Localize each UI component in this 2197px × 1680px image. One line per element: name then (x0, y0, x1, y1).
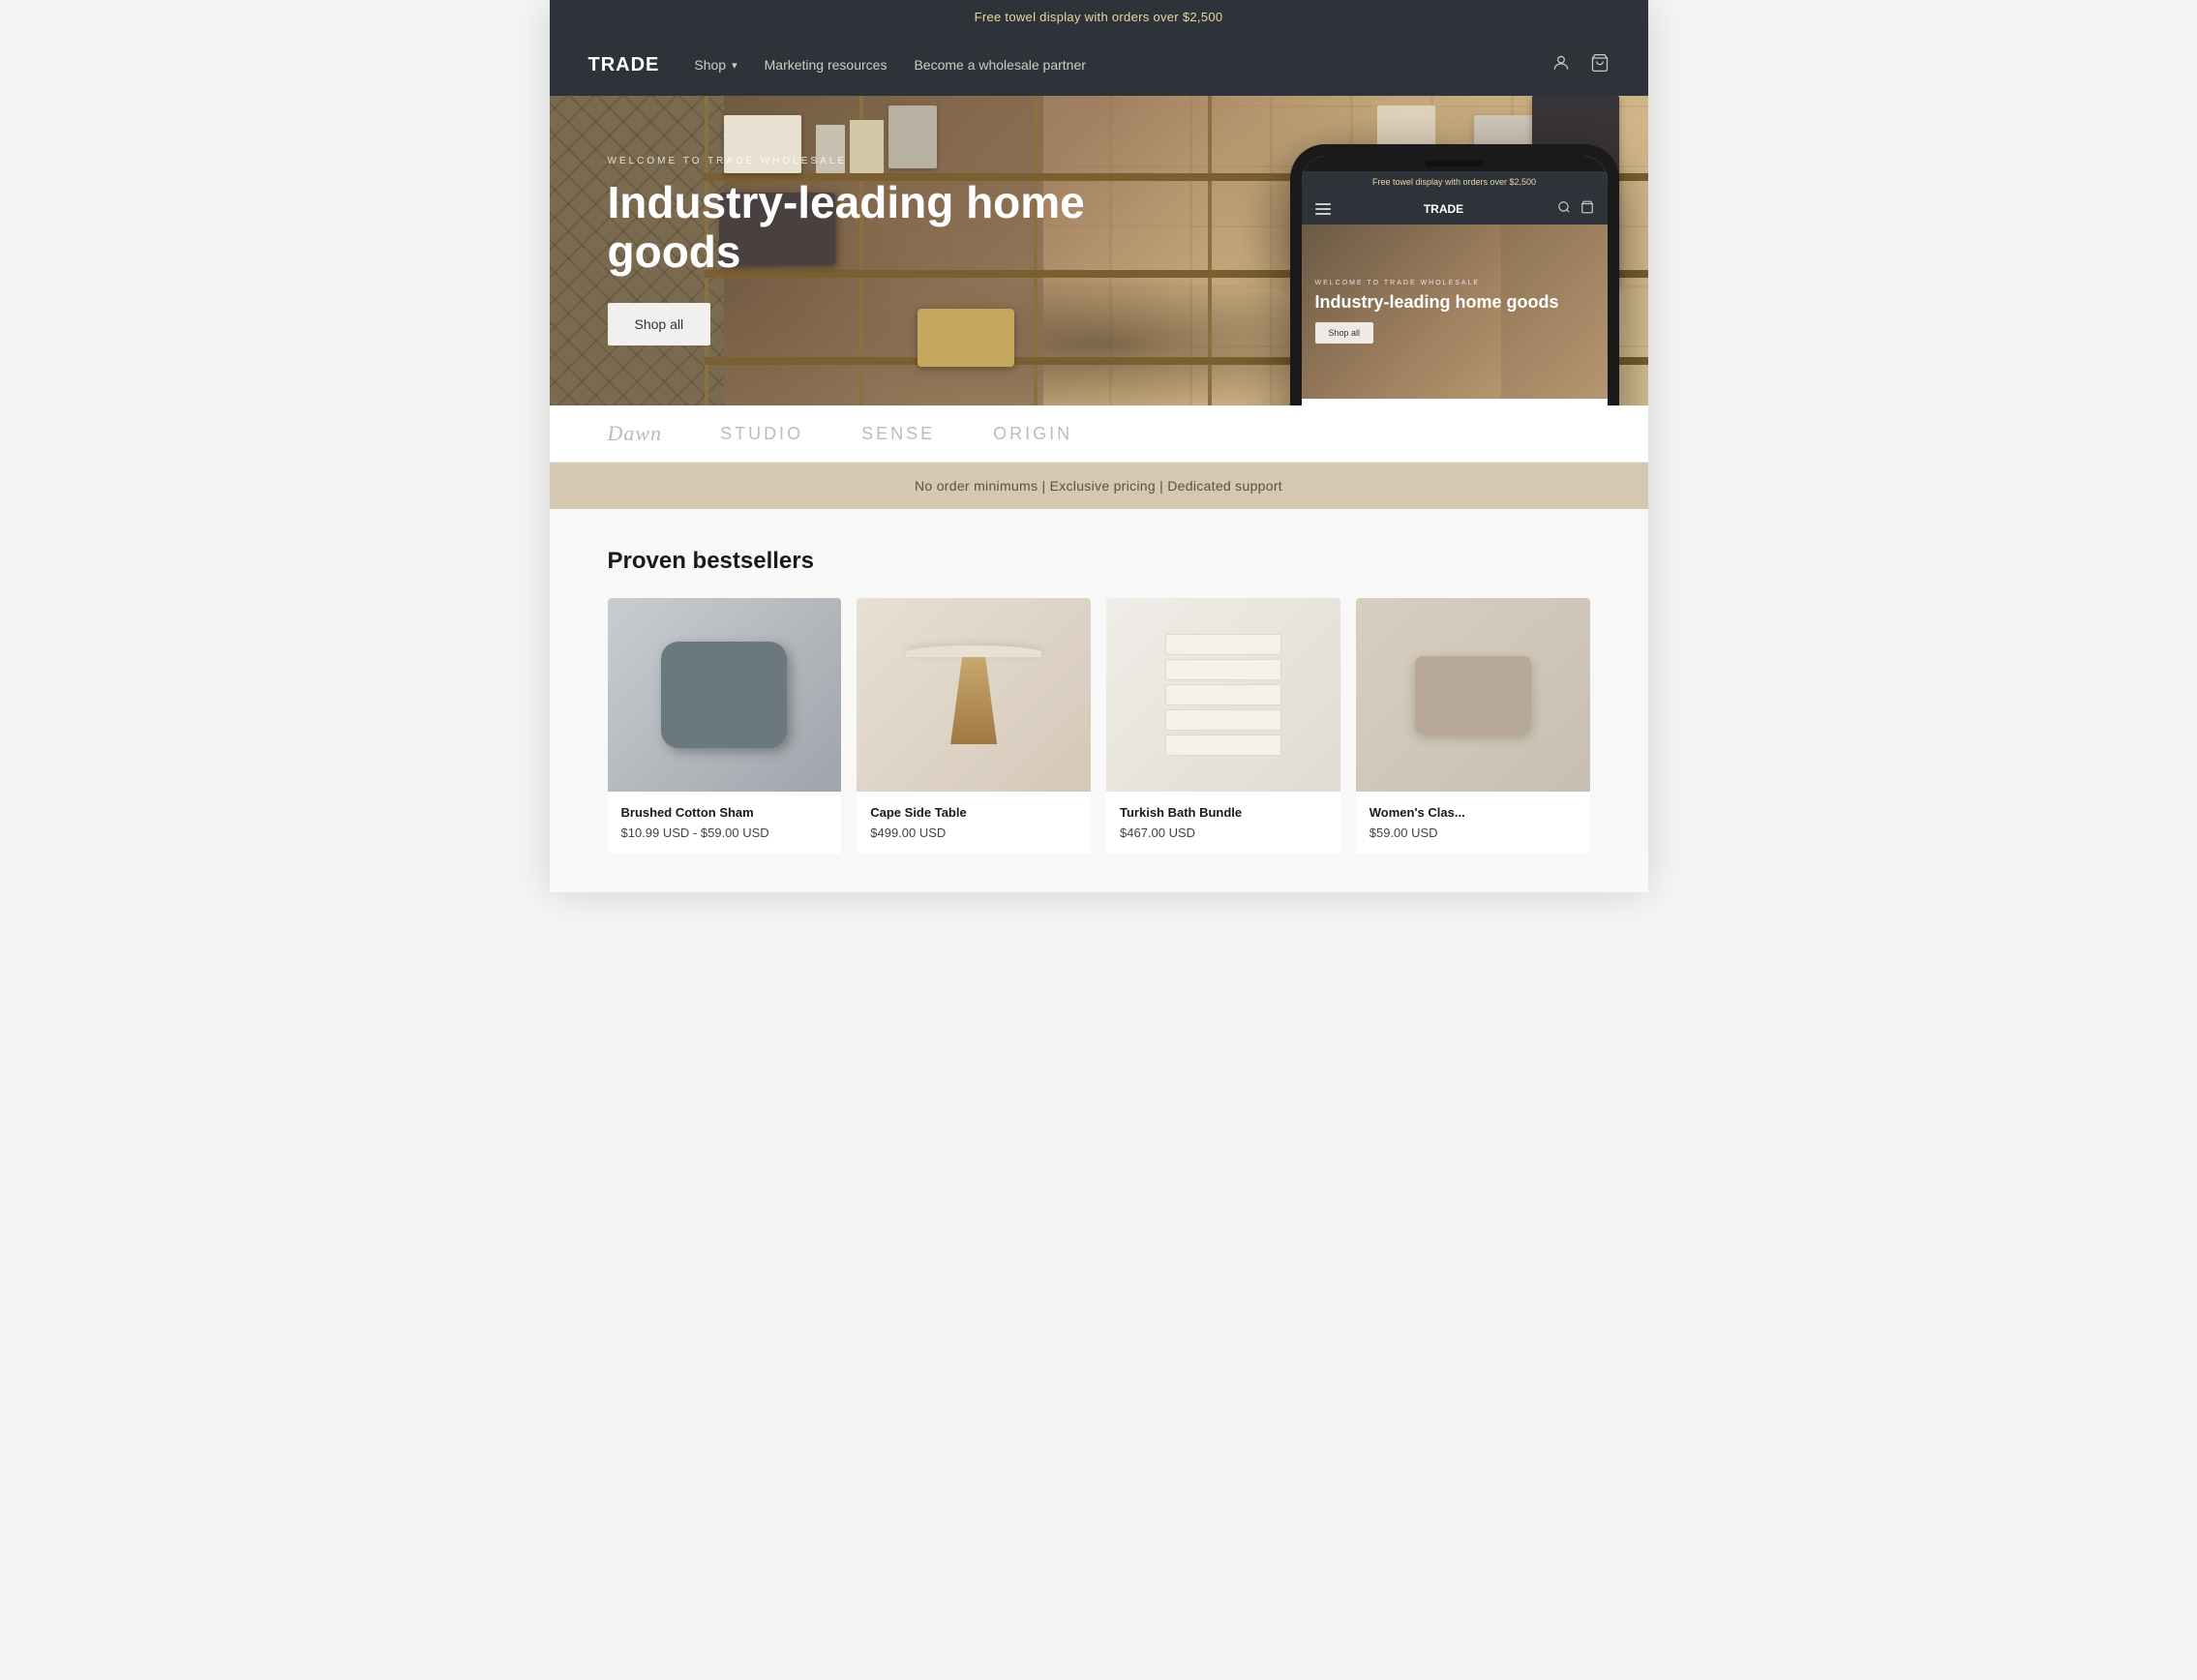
pillow-shape (661, 642, 787, 748)
product-price-3: $467.00 USD (1120, 825, 1327, 840)
phone-nav-icons (1557, 200, 1594, 217)
nav-link-marketing[interactable]: Marketing resources (765, 57, 888, 73)
cart-icon[interactable] (1590, 53, 1610, 77)
bestsellers-title: Proven bestsellers (608, 548, 1590, 575)
towel-2 (1165, 659, 1281, 680)
clothing-fold (1415, 656, 1531, 734)
product-name-2: Cape Side Table (870, 805, 1077, 820)
account-icon[interactable] (1551, 53, 1571, 77)
phone-brands: Dawn STUDIO ‹ 1 / 5 › (1302, 399, 1608, 405)
page-wrapper: Free towel display with orders over $2,5… (550, 0, 1648, 892)
phone-hero: WELCOME TO TRADE WHOLESALE Industry-lead… (1302, 225, 1608, 399)
brand-sense: SENSE (861, 424, 935, 444)
announcement-text: Free towel display with orders over $2,5… (975, 10, 1223, 24)
product-price-1: $10.99 USD - $59.00 USD (621, 825, 828, 840)
product-img-pillow (608, 598, 842, 792)
nav-right (1551, 53, 1610, 77)
product-card-4[interactable]: Women's Clas... $59.00 USD (1356, 598, 1590, 854)
product-card-2[interactable]: Cape Side Table $499.00 USD (857, 598, 1091, 854)
phone-notch (1302, 156, 1608, 171)
main-content: Proven bestsellers Brushed Cotton Sham $… (550, 509, 1648, 892)
brands-bar: Dawn STUDIO SENSE ORIGIN (550, 405, 1648, 463)
phone-search-icon[interactable] (1557, 200, 1571, 217)
nav-logo[interactable]: TRADE (588, 54, 660, 76)
product-info-2: Cape Side Table $499.00 USD (857, 792, 1091, 854)
product-grid: Brushed Cotton Sham $10.99 USD - $59.00 … (608, 598, 1590, 854)
towel-stack (1165, 634, 1281, 756)
hero-cta-button[interactable]: Shop all (608, 303, 711, 345)
value-text: No order minimums | Exclusive pricing | … (915, 478, 1282, 494)
product-name-4: Women's Clas... (1369, 805, 1577, 820)
table-leg (945, 657, 1003, 744)
product-img-towels (1106, 598, 1340, 792)
phone-hero-cta[interactable]: Shop all (1315, 322, 1374, 344)
phone-nav-logo[interactable]: TRADE (1424, 202, 1463, 216)
phone-hero-subtitle: WELCOME TO TRADE WHOLESALE (1315, 280, 1559, 286)
product-name-3: Turkish Bath Bundle (1120, 805, 1327, 820)
product-info-3: Turkish Bath Bundle $467.00 USD (1106, 792, 1340, 854)
towel-1 (1165, 634, 1281, 655)
product-img-clothing (1356, 598, 1590, 792)
phone-announcement: Free towel display with orders over $2,5… (1302, 171, 1608, 193)
brand-dawn: Dawn (608, 421, 663, 446)
towel-5 (1165, 735, 1281, 756)
hero-title: Industry-leading home goods (608, 178, 1150, 276)
nav-link-wholesale[interactable]: Become a wholesale partner (914, 57, 1085, 73)
phone-overlay: Free towel display with orders over $2,5… (1290, 144, 1619, 405)
nav-links: Shop Marketing resources Become a wholes… (694, 57, 1086, 73)
product-price-4: $59.00 USD (1369, 825, 1577, 840)
phone-hero-content: WELCOME TO TRADE WHOLESALE Industry-lead… (1302, 268, 1573, 356)
phone-cart-icon[interactable] (1580, 200, 1594, 217)
product-price-2: $499.00 USD (870, 825, 1077, 840)
announcement-bar: Free towel display with orders over $2,5… (550, 0, 1648, 34)
brand-origin: ORIGIN (993, 424, 1072, 444)
towel-3 (1165, 684, 1281, 705)
main-nav: TRADE Shop Marketing resources Become a … (550, 34, 1648, 96)
phone-hero-title: Industry-leading home goods (1315, 292, 1559, 314)
hero-content: WELCOME TO TRADE WHOLESALE Industry-lead… (550, 156, 1208, 345)
value-bar: No order minimums | Exclusive pricing | … (550, 463, 1648, 509)
table-top (906, 645, 1041, 657)
nav-left: TRADE Shop Marketing resources Become a … (588, 54, 1086, 76)
table-shape (906, 645, 1041, 744)
phone-nav: TRADE (1302, 193, 1608, 225)
nav-link-shop[interactable]: Shop (694, 57, 737, 73)
product-card-3[interactable]: Turkish Bath Bundle $467.00 USD (1106, 598, 1340, 854)
phone-hamburger-icon[interactable] (1315, 203, 1331, 215)
brand-studio: STUDIO (720, 424, 803, 444)
hero-section: WELCOME TO TRADE WHOLESALE Industry-lead… (550, 96, 1648, 405)
hero-subtitle: WELCOME TO TRADE WHOLESALE (608, 156, 1150, 166)
product-name-1: Brushed Cotton Sham (621, 805, 828, 820)
product-img-table (857, 598, 1091, 792)
towel-4 (1165, 709, 1281, 731)
phone-screen: Free towel display with orders over $2,5… (1302, 156, 1608, 405)
phone-notch-bar (1426, 161, 1484, 166)
product-card-1[interactable]: Brushed Cotton Sham $10.99 USD - $59.00 … (608, 598, 842, 854)
product-info-4: Women's Clas... $59.00 USD (1356, 792, 1590, 854)
product-info-1: Brushed Cotton Sham $10.99 USD - $59.00 … (608, 792, 842, 854)
